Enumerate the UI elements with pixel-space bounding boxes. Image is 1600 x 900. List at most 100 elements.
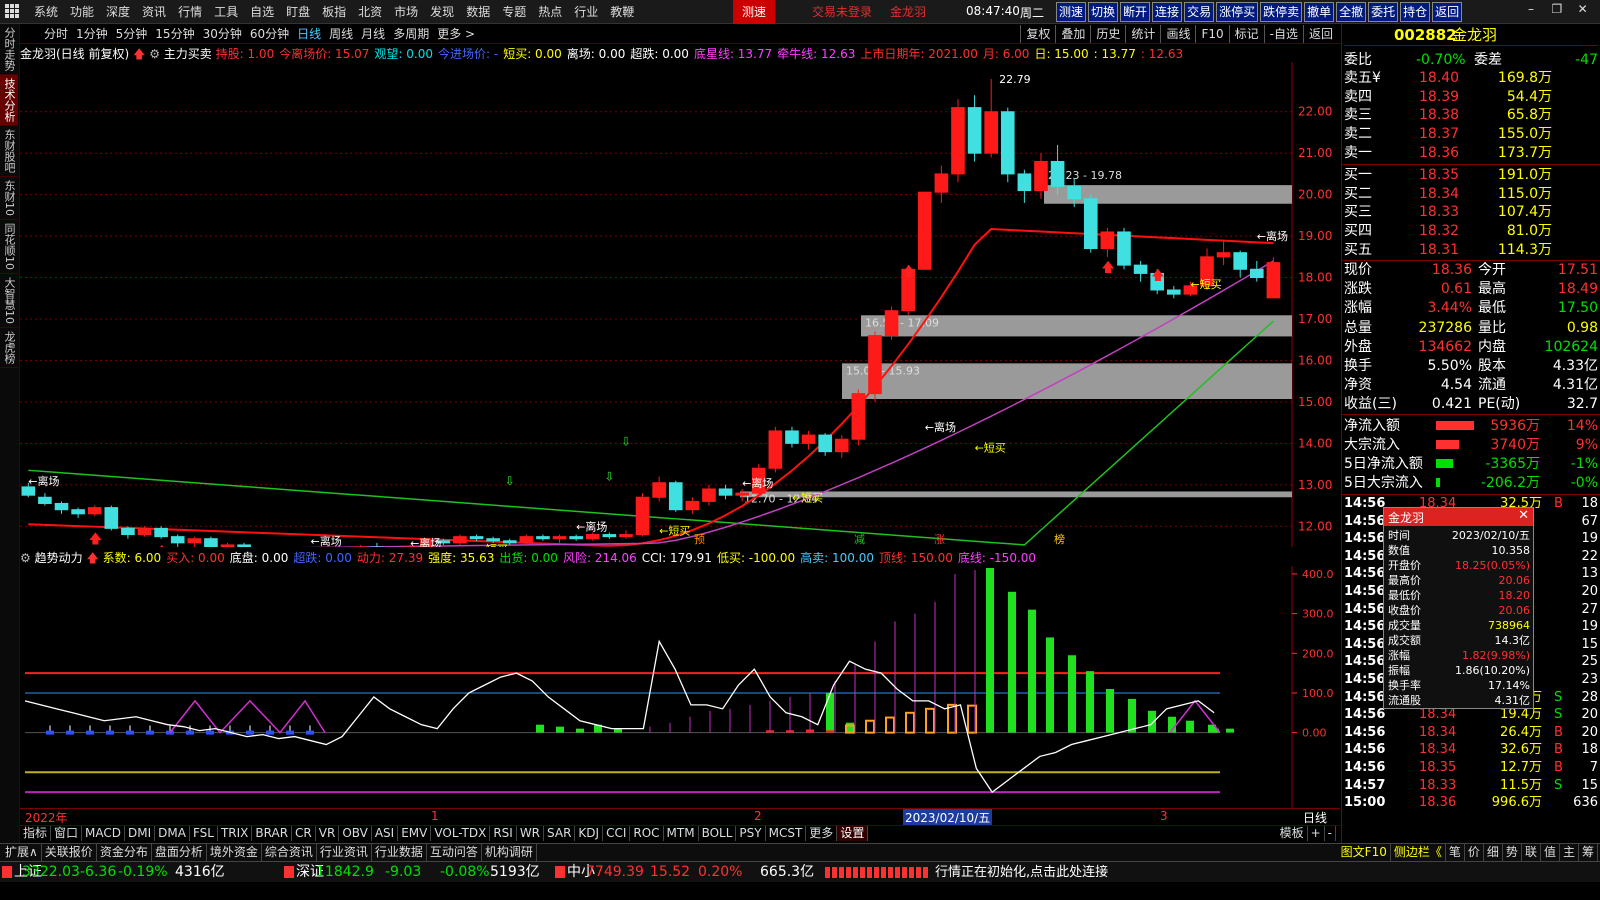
candle-body[interactable] <box>652 482 666 498</box>
candle-body[interactable] <box>453 536 467 544</box>
toolbar-button-2[interactable]: 断开 <box>1120 2 1151 22</box>
indicator-name[interactable]: 主力买卖 <box>164 47 212 61</box>
chart-tool-7[interactable]: -自选 <box>1263 25 1303 43</box>
candle-body[interactable] <box>569 536 583 540</box>
indicator-tab-25[interactable]: 设置 <box>837 826 869 841</box>
candle-body[interactable] <box>668 482 683 511</box>
trend-momentum-chart[interactable]: 400.0 300.0 200.0 100.0 0.00 <box>20 566 1340 808</box>
connection-message[interactable]: 行情正在初始化,点击此处连接 <box>935 862 1108 883</box>
side-tab-6[interactable]: 联 <box>1522 844 1541 861</box>
menu-item-15[interactable]: 行业 <box>568 0 604 24</box>
timeframe-tab-4[interactable]: 30分钟 <box>199 24 246 44</box>
ext-tab-1[interactable]: 关联报价 <box>42 844 97 861</box>
candle-body[interactable] <box>170 536 185 544</box>
menu-item-16[interactable]: 教鞭 <box>604 0 640 24</box>
chart-tool-1[interactable]: 叠加 <box>1055 25 1090 43</box>
toolbar-button-6[interactable]: 跌停卖 <box>1260 2 1303 22</box>
ask-row[interactable]: 卖五¥ 18.40 169.8万 <box>1344 69 1598 87</box>
side-tab-4[interactable]: 细 <box>1484 844 1503 861</box>
indicator-tab-2[interactable]: MACD <box>82 826 126 841</box>
candle-body[interactable] <box>735 492 749 496</box>
app-grid-icon[interactable] <box>5 4 19 18</box>
indicator-tab-24[interactable]: 更多 <box>806 826 838 841</box>
indicator-tab-22[interactable]: PSY <box>736 826 766 841</box>
ext-tab-0[interactable]: 扩展∧ <box>2 844 42 861</box>
menu-item-2[interactable]: 深度 <box>100 0 136 24</box>
left-tab-2[interactable]: 东财股吧 <box>0 126 18 177</box>
candle-body[interactable] <box>702 488 716 502</box>
timeframe-tab-8[interactable]: 月线 <box>357 24 389 44</box>
menu-item-14[interactable]: 热点 <box>532 0 568 24</box>
chart-tool-0[interactable]: 复权 <box>1020 25 1055 43</box>
candle-body[interactable] <box>1034 160 1048 192</box>
ext-tab-4[interactable]: 境外资金 <box>207 844 262 861</box>
candle-body[interactable] <box>536 536 550 540</box>
bid-row[interactable]: 买二 18.34 115.0万 <box>1344 185 1598 203</box>
candle-body[interactable] <box>967 107 982 154</box>
menu-item-3[interactable]: 资讯 <box>136 0 172 24</box>
indicator-tab-18[interactable]: CCI <box>603 826 631 841</box>
candle-body[interactable] <box>1050 160 1065 187</box>
indicator-tab-23[interactable]: MCST <box>766 826 807 841</box>
side-tab-1[interactable]: 侧边栏《 <box>1391 844 1446 861</box>
candle-body[interactable] <box>635 496 650 536</box>
ext-tab-6[interactable]: 行业资讯 <box>317 844 372 861</box>
candle-body[interactable] <box>237 544 251 547</box>
candle-body[interactable] <box>71 509 85 515</box>
candle-body[interactable] <box>984 111 998 154</box>
event-marker[interactable]: 榜 <box>1054 532 1065 546</box>
candle-body[interactable] <box>685 500 700 511</box>
ask-row[interactable]: 卖三 18.38 65.8万 <box>1344 106 1598 124</box>
candle-body[interactable] <box>884 310 899 337</box>
sub-indicator-name[interactable]: 趋势动力 <box>35 551 83 565</box>
candle-body[interactable] <box>818 434 832 453</box>
restore-icon[interactable]: ❐ <box>1546 2 1568 16</box>
bid-row[interactable]: 买一 18.35 191.0万 <box>1344 166 1598 184</box>
candle-body[interactable] <box>585 534 600 540</box>
settings-gear-icon[interactable]: ⚙ <box>149 47 160 61</box>
menu-item-7[interactable]: 盯盘 <box>280 0 316 24</box>
bid-row[interactable]: 买五 18.31 114.3万 <box>1344 241 1598 259</box>
indicator-tab-1[interactable]: 窗口 <box>51 826 83 841</box>
left-tab-5[interactable]: 大智慧10 <box>0 274 18 328</box>
candle-body[interactable] <box>1133 264 1148 274</box>
menu-item-9[interactable]: 北资 <box>352 0 388 24</box>
candle-body[interactable] <box>187 538 202 544</box>
candle-body[interactable] <box>851 393 866 440</box>
toolbar-button-8[interactable]: 全撤 <box>1336 2 1367 22</box>
candle-body[interactable] <box>1017 173 1032 192</box>
ext-tab-9[interactable]: 机构调研 <box>482 844 537 861</box>
template-control-1[interactable]: + <box>1308 826 1325 841</box>
candle-body[interactable] <box>768 430 783 469</box>
candle-body[interactable] <box>552 536 567 540</box>
ext-tab-8[interactable]: 互动问答 <box>427 844 482 861</box>
indicator-tab-9[interactable]: VR <box>316 826 340 841</box>
candle-body[interactable] <box>1249 268 1264 279</box>
candle-body[interactable] <box>154 527 168 538</box>
side-tab-5[interactable]: 势 <box>1503 844 1522 861</box>
chart-tool-2[interactable]: 历史 <box>1090 25 1125 43</box>
ask-row[interactable]: 卖一 18.36 173.7万 <box>1344 144 1598 162</box>
candle-body[interactable] <box>934 173 949 193</box>
candle-body[interactable] <box>785 430 799 444</box>
indicator-tab-14[interactable]: RSI <box>490 826 517 841</box>
indicator-tab-11[interactable]: ASI <box>372 826 399 841</box>
toolbar-button-10[interactable]: 持仓 <box>1400 2 1431 22</box>
candle-body[interactable] <box>519 536 534 544</box>
timeframe-tab-2[interactable]: 5分钟 <box>112 24 152 44</box>
menu-item-11[interactable]: 发现 <box>424 0 460 24</box>
left-tab-6[interactable]: 龙虎榜 <box>0 328 18 368</box>
chart-tool-4[interactable]: 画线 <box>1160 25 1195 43</box>
left-tab-4[interactable]: 同花顺10 <box>0 220 18 274</box>
timeframe-tab-10[interactable]: 更多 > <box>433 24 479 44</box>
candle-body[interactable] <box>469 536 484 540</box>
timeframe-tab-1[interactable]: 1分钟 <box>72 24 112 44</box>
candle-body[interactable] <box>137 527 152 536</box>
ext-tab-7[interactable]: 行业数据 <box>372 844 427 861</box>
side-tab-0[interactable]: 图文F10 <box>1338 844 1391 861</box>
timeframe-tab-5[interactable]: 60分钟 <box>246 24 293 44</box>
candle-body[interactable] <box>801 434 816 444</box>
candlestick-chart[interactable]: 22.00 21.00 20.00 19.00 18.00 17.00 16.00 15.00… <box>20 62 1340 547</box>
indicator-tab-21[interactable]: BOLL <box>699 826 737 841</box>
menu-item-1[interactable]: 功能 <box>64 0 100 24</box>
